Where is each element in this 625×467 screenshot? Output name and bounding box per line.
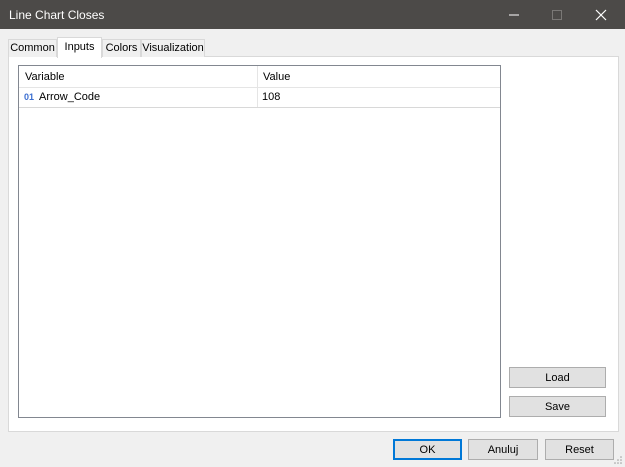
- window-title: Line Chart Closes: [9, 8, 105, 22]
- ok-button[interactable]: OK: [393, 439, 462, 460]
- reset-button[interactable]: Reset: [545, 439, 614, 460]
- close-button[interactable]: [579, 0, 625, 29]
- tab-inputs[interactable]: Inputs: [57, 37, 102, 58]
- column-header-variable[interactable]: Variable: [19, 66, 258, 87]
- variable-name: Arrow_Code: [39, 91, 101, 103]
- variable-cell: 01 Arrow_Code: [19, 88, 258, 107]
- maximize-button: [535, 0, 581, 29]
- minimize-icon: [509, 14, 519, 16]
- cancel-button[interactable]: Anuluj: [468, 439, 538, 460]
- table-row[interactable]: 01 Arrow_Code 108: [19, 88, 500, 108]
- maximize-icon: [552, 10, 562, 20]
- tab-colors[interactable]: Colors: [102, 39, 141, 57]
- inputs-grid[interactable]: Variable Value 01 Arrow_Code 108: [18, 65, 501, 418]
- value-cell[interactable]: 108: [258, 88, 500, 107]
- tab-visualization[interactable]: Visualization: [141, 39, 205, 57]
- resize-grip-icon[interactable]: [613, 455, 623, 465]
- tab-common[interactable]: Common: [8, 39, 57, 57]
- save-button[interactable]: Save: [509, 396, 606, 417]
- title-bar[interactable]: Line Chart Closes: [0, 0, 625, 29]
- minimize-button[interactable]: [492, 0, 538, 29]
- close-icon: [595, 9, 607, 21]
- integer-type-icon: 01: [24, 92, 35, 102]
- grid-header: Variable Value: [19, 66, 500, 88]
- column-header-value[interactable]: Value: [258, 66, 500, 87]
- load-button[interactable]: Load: [509, 367, 606, 388]
